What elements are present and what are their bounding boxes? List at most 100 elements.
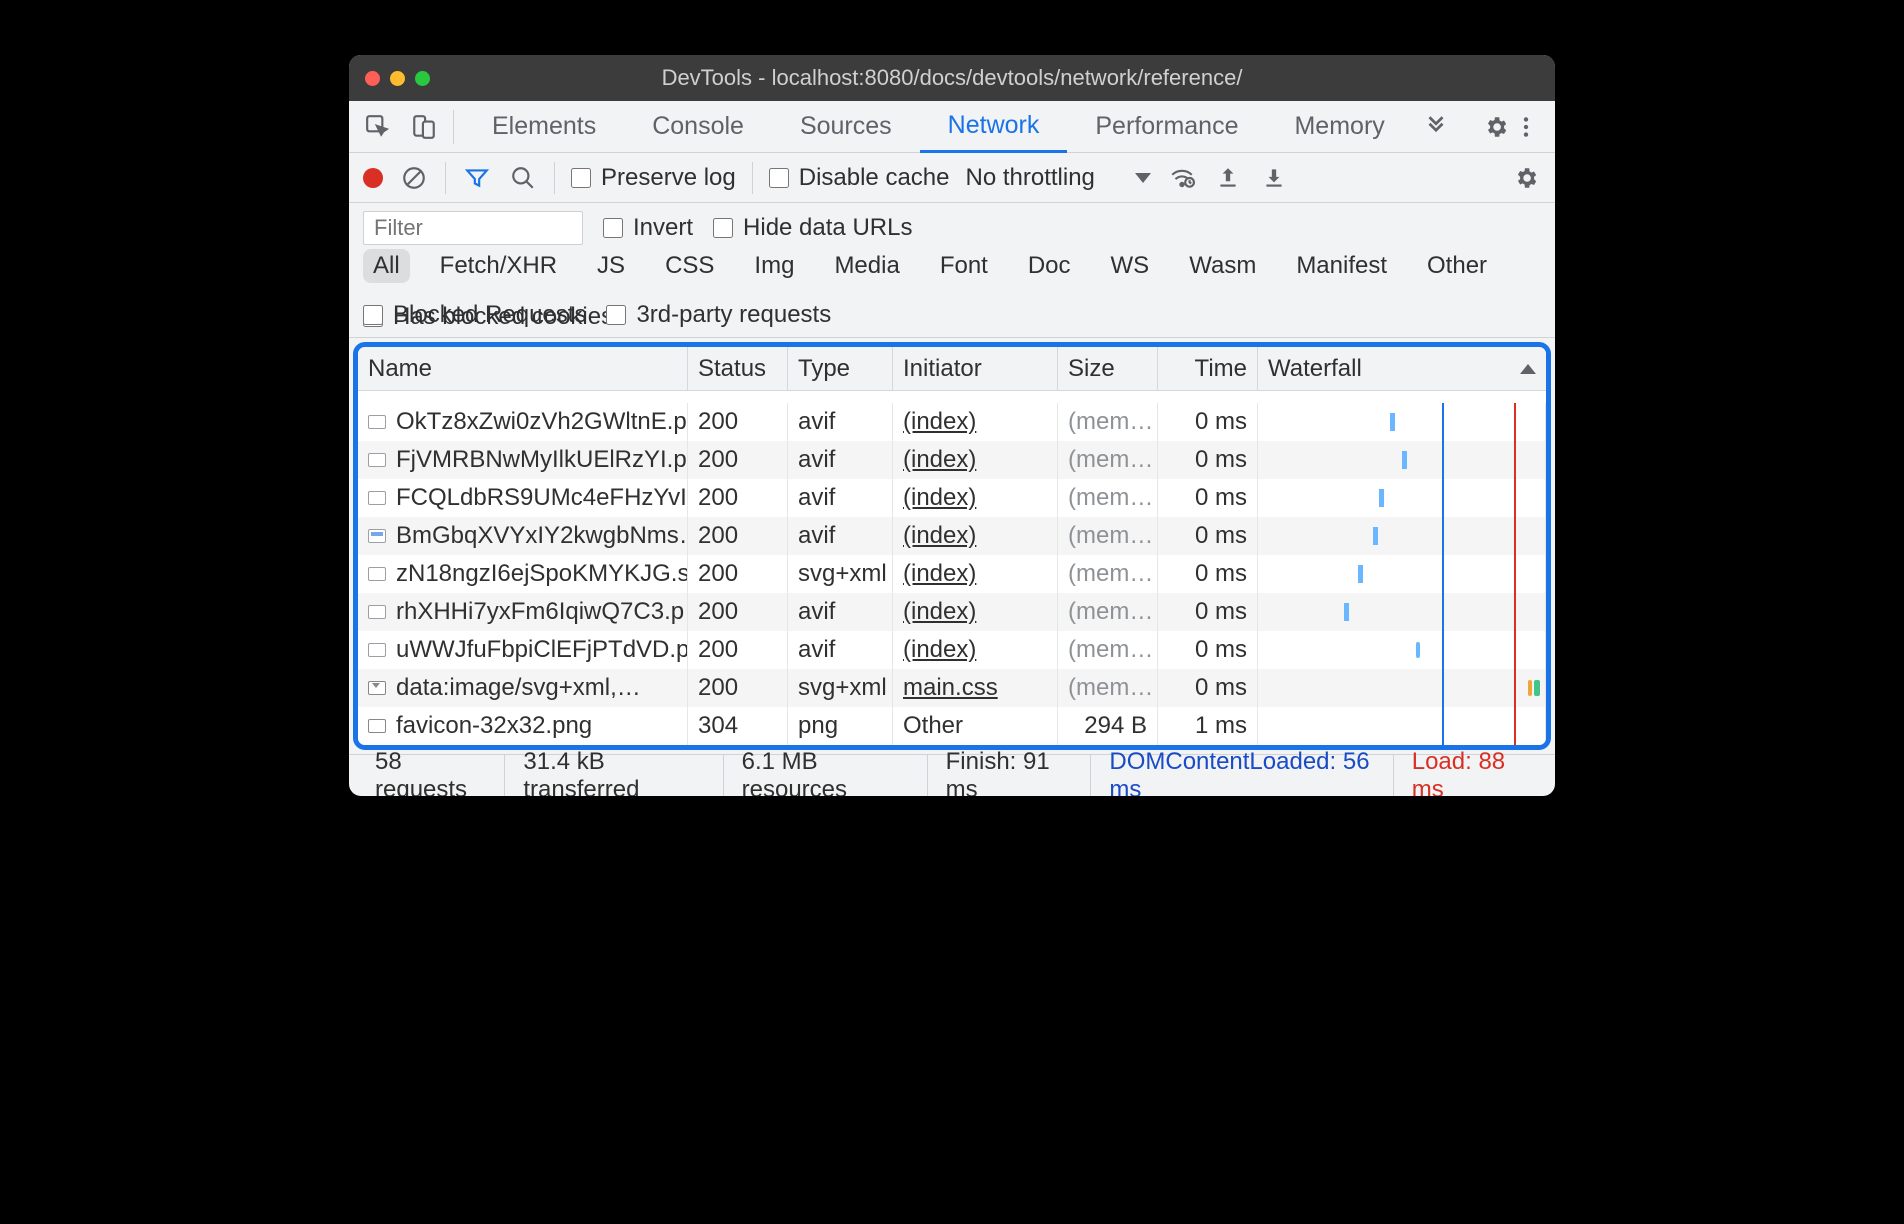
sort-asc-icon — [1520, 364, 1536, 374]
table-row[interactable]: FCQLdbRS9UMc4eFHzYvI…200avif(index)(mem…… — [358, 479, 1546, 517]
filter-type-font[interactable]: Font — [930, 249, 998, 283]
request-status: 200 — [688, 403, 788, 441]
tab-network[interactable]: Network — [920, 101, 1068, 153]
request-status: 200 — [688, 441, 788, 479]
inspect-element-icon[interactable] — [363, 112, 393, 142]
tab-console[interactable]: Console — [624, 101, 772, 153]
col-name[interactable]: Name — [358, 347, 688, 390]
request-status: 200 — [688, 555, 788, 593]
request-type: avif — [788, 441, 893, 479]
request-time: 1 ms — [1158, 707, 1258, 745]
hide-data-urls-checkbox[interactable]: Hide data URLs — [713, 214, 912, 242]
panel-settings-icon[interactable] — [1511, 163, 1541, 193]
invert-checkbox[interactable]: Invert — [603, 214, 693, 242]
record-button[interactable] — [363, 168, 383, 188]
throttling-select[interactable]: No throttling — [965, 164, 1150, 192]
col-size[interactable]: Size — [1058, 347, 1158, 390]
table-row[interactable]: OkTz8xZwi0zVh2GWltnE.p…200avif(index)(me… — [358, 403, 1546, 441]
request-name: uWWJfuFbpiClEFjPTdVD.p… — [396, 636, 688, 664]
filter-bar: Invert Hide data URLs All Fetch/XHR JS CSS I… — [349, 203, 1555, 338]
request-initiator[interactable]: (index) — [903, 446, 976, 474]
maximize-window-button[interactable] — [415, 71, 430, 86]
request-name: FjVMRBNwMyIlkUElRzYI.p… — [396, 446, 688, 474]
request-initiator: Other — [903, 712, 963, 740]
disable-cache-checkbox[interactable]: Disable cache — [769, 164, 950, 192]
filter-type-other[interactable]: Other — [1417, 249, 1497, 283]
filter-input[interactable] — [363, 211, 583, 245]
request-initiator[interactable]: (index) — [903, 560, 976, 588]
settings-icon[interactable] — [1481, 112, 1511, 142]
table-row[interactable]: zN18ngzI6ejSpoKMYKJG.s…200svg+xml(index)… — [358, 555, 1546, 593]
titlebar: DevTools - localhost:8080/docs/devtools/… — [349, 55, 1555, 101]
request-status: 200 — [688, 593, 788, 631]
request-time: 0 ms — [1158, 669, 1258, 707]
filter-type-js[interactable]: JS — [587, 249, 635, 283]
tab-elements[interactable]: Elements — [464, 101, 624, 153]
request-initiator[interactable]: (index) — [903, 484, 976, 512]
request-size: (mem… — [1058, 593, 1158, 631]
filter-type-doc[interactable]: Doc — [1018, 249, 1081, 283]
request-type: svg+xml — [788, 669, 893, 707]
blocked-requests-checkbox[interactable]: Blocked Requests — [363, 301, 586, 329]
request-initiator[interactable]: (index) — [903, 522, 976, 550]
request-type: avif — [788, 631, 893, 669]
filter-type-ws[interactable]: WS — [1101, 249, 1160, 283]
table-header: Name Status Type Initiator Size Time Wat… — [358, 347, 1546, 391]
search-icon[interactable] — [508, 163, 538, 193]
filter-type-css[interactable]: CSS — [655, 249, 724, 283]
clear-icon[interactable] — [399, 163, 429, 193]
status-bar: 58 requests 31.4 kB transferred 6.1 MB r… — [349, 754, 1555, 796]
table-row[interactable]: rhXHHi7yxFm6IqiwQ7C3.p…200avif(index)(me… — [358, 593, 1546, 631]
upload-har-icon[interactable] — [1213, 163, 1243, 193]
col-time[interactable]: Time — [1158, 347, 1258, 390]
more-tabs-icon[interactable] — [1421, 112, 1451, 142]
tab-performance[interactable]: Performance — [1067, 101, 1266, 153]
device-toggle-icon[interactable] — [409, 112, 439, 142]
filter-type-fetchxhr[interactable]: Fetch/XHR — [430, 249, 567, 283]
file-type-icon — [368, 643, 386, 657]
request-time: 0 ms — [1158, 555, 1258, 593]
window-title: DevTools - localhost:8080/docs/devtools/… — [349, 65, 1555, 91]
tab-sources[interactable]: Sources — [772, 101, 920, 153]
filter-type-all[interactable]: All — [363, 249, 410, 283]
request-name: rhXHHi7yxFm6IqiwQ7C3.p… — [396, 598, 688, 626]
request-waterfall — [1258, 707, 1546, 745]
preserve-log-checkbox[interactable]: Preserve log — [571, 164, 736, 192]
filter-type-manifest[interactable]: Manifest — [1286, 249, 1397, 283]
table-row[interactable]: FjVMRBNwMyIlkUElRzYI.p…200avif (index) (me… — [358, 441, 1546, 479]
kebab-menu-icon[interactable] — [1511, 112, 1541, 142]
download-har-icon[interactable] — [1259, 163, 1289, 193]
close-window-button[interactable] — [365, 71, 380, 86]
table-row[interactable]: uWWJfuFbpiClEFjPTdVD.p…200avif(index)(me… — [358, 631, 1546, 669]
request-initiator[interactable]: (index) — [903, 636, 976, 664]
request-waterfall — [1258, 555, 1546, 593]
table-row[interactable]: favicon-32x32.png304pngOther294 B1 ms — [358, 707, 1546, 745]
col-status[interactable]: Status — [688, 347, 788, 390]
file-type-icon — [368, 415, 386, 429]
filter-type-wasm[interactable]: Wasm — [1179, 249, 1266, 283]
devtools-window: DevTools - localhost:8080/docs/devtools/… — [349, 55, 1555, 796]
request-initiator[interactable]: main.css — [903, 674, 998, 702]
file-type-icon — [368, 567, 386, 581]
table-row[interactable]: BmGbqXVYxIY2kwgbNms…200avif(index)(mem…0… — [358, 517, 1546, 555]
filter-type-img[interactable]: Img — [744, 249, 804, 283]
request-size: (mem… — [1058, 517, 1158, 555]
network-conditions-icon[interactable] — [1167, 163, 1197, 193]
col-waterfall[interactable]: Waterfall — [1258, 347, 1546, 390]
tab-memory[interactable]: Memory — [1266, 101, 1412, 153]
status-load: Load: 88 ms — [1394, 755, 1547, 796]
minimize-window-button[interactable] — [390, 71, 405, 86]
col-initiator[interactable]: Initiator — [893, 347, 1058, 390]
traffic-lights — [365, 71, 430, 86]
request-time: 0 ms — [1158, 479, 1258, 517]
request-type: svg+xml — [788, 555, 893, 593]
request-name: data:image/svg+xml,… — [396, 674, 641, 702]
third-party-checkbox[interactable]: 3rd-party requests — [606, 301, 831, 329]
col-type[interactable]: Type — [788, 347, 893, 390]
request-size: (mem… — [1058, 441, 1158, 479]
filter-type-media[interactable]: Media — [824, 249, 909, 283]
request-initiator[interactable]: (index) — [903, 408, 976, 436]
request-initiator[interactable]: (index) — [903, 598, 976, 626]
filter-icon[interactable] — [462, 163, 492, 193]
table-row[interactable]: data:image/svg+xml,…200svg+xmlmain.css(m… — [358, 669, 1546, 707]
